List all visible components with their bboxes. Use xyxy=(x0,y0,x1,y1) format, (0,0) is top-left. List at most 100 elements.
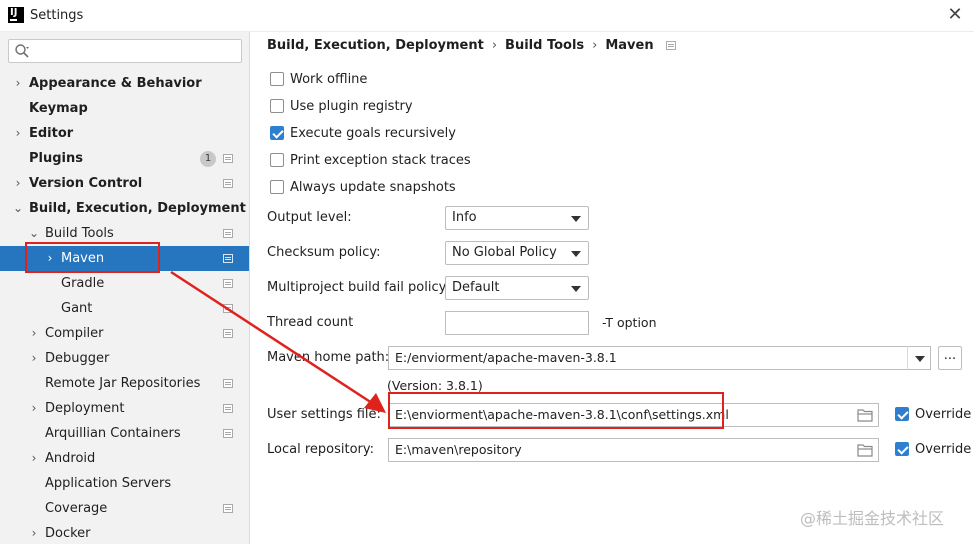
sidebar-item-label: Maven xyxy=(61,251,105,266)
chevron-right-icon[interactable]: › xyxy=(44,246,56,271)
maven-home-path-label: Maven home path: xyxy=(267,350,390,365)
sidebar-item-keymap[interactable]: Keymap xyxy=(0,96,249,121)
sidebar-item-debugger[interactable]: › Debugger xyxy=(0,346,249,371)
chevron-right-icon[interactable]: › xyxy=(28,396,40,421)
sidebar-item-label: Coverage xyxy=(45,501,108,516)
sidebar-item-label: Arquillian Containers xyxy=(45,426,181,441)
sidebar-item-docker[interactable]: › Docker xyxy=(0,521,249,544)
sidebar-item-remote-jar-repositories[interactable]: Remote Jar Repositories xyxy=(0,371,249,396)
search-input[interactable] xyxy=(35,42,235,60)
project-settings-icon xyxy=(223,304,233,313)
project-settings-icon xyxy=(223,429,233,438)
sidebar-item-arquillian-containers[interactable]: Arquillian Containers xyxy=(0,421,249,446)
sidebar-item-label: Compiler xyxy=(45,326,104,341)
sidebar-item-appearance[interactable]: › Appearance & Behavior xyxy=(0,71,249,96)
project-settings-icon xyxy=(223,279,233,288)
folder-icon[interactable] xyxy=(857,408,873,422)
sidebar-item-maven[interactable]: › Maven xyxy=(0,246,249,271)
project-settings-icon xyxy=(223,404,233,413)
checkbox-label: Print exception stack traces xyxy=(290,153,471,168)
project-settings-icon xyxy=(223,379,233,388)
checkbox-label: Always update snapshots xyxy=(290,180,456,195)
update-count-badge: 1 xyxy=(200,151,216,167)
sidebar-item-build-execution-deployment[interactable]: ⌄ Build, Execution, Deployment xyxy=(0,196,249,221)
user-settings-file-input[interactable]: E:\enviorment\apache-maven-3.8.1\conf\se… xyxy=(388,403,879,427)
sidebar-item-gant[interactable]: Gant xyxy=(0,296,249,321)
thread-count-input[interactable] xyxy=(445,311,589,335)
search-icon xyxy=(15,44,29,58)
project-settings-icon xyxy=(665,41,676,50)
user-settings-override-checkbox[interactable] xyxy=(895,407,909,421)
project-settings-icon xyxy=(223,229,233,238)
work-offline-checkbox[interactable] xyxy=(270,72,284,86)
intellij-logo-icon: IJ xyxy=(8,7,24,23)
dropdown-arrow-icon xyxy=(571,251,581,257)
maven-home-path-input[interactable]: E:/enviorment/apache-maven-3.8.1 xyxy=(388,346,908,370)
checkbox-label: Execute goals recursively xyxy=(290,126,456,141)
browse-button[interactable]: ... xyxy=(938,346,962,370)
search-box[interactable] xyxy=(8,39,242,63)
folder-icon[interactable] xyxy=(857,443,873,457)
sidebar-item-label: Build Tools xyxy=(45,226,114,241)
chevron-right-icon[interactable]: › xyxy=(28,321,40,346)
sidebar-item-android[interactable]: › Android xyxy=(0,446,249,471)
dropdown-arrow-icon xyxy=(571,216,581,222)
project-settings-icon xyxy=(223,504,233,513)
user-settings-file-label: User settings file: xyxy=(267,407,381,422)
breadcrumb-item[interactable]: Build Tools xyxy=(505,38,584,53)
sidebar-item-application-servers[interactable]: Application Servers xyxy=(0,471,249,496)
chevron-right-icon[interactable]: › xyxy=(12,171,24,196)
window-title: Settings xyxy=(30,8,84,23)
sidebar-item-build-tools[interactable]: ⌄ Build Tools xyxy=(0,221,249,246)
maven-home-dropdown-button[interactable] xyxy=(907,346,931,370)
sidebar-item-label: Android xyxy=(45,451,96,466)
sidebar-item-label: Keymap xyxy=(29,101,88,116)
breadcrumb: Build, Execution, Deployment › Build Tools… xyxy=(267,38,676,56)
output-level-label: Output level: xyxy=(267,210,352,225)
always-update-snapshots-checkbox[interactable] xyxy=(270,180,284,194)
maven-version-text: (Version: 3.8.1) xyxy=(387,378,483,393)
t-option-hint: -T option xyxy=(602,315,657,330)
chevron-down-icon[interactable]: ⌄ xyxy=(12,196,24,221)
sidebar-item-label: Remote Jar Repositories xyxy=(45,376,201,391)
breadcrumb-item[interactable]: Build, Execution, Deployment xyxy=(267,38,484,53)
project-settings-icon xyxy=(223,154,233,163)
sidebar-item-label: Application Servers xyxy=(45,476,172,491)
chevron-down-icon[interactable]: ⌄ xyxy=(28,221,40,246)
settings-sidebar: › Appearance & Behavior Keymap › Editor … xyxy=(0,32,250,544)
multiproject-fail-policy-select[interactable]: Default xyxy=(445,276,589,300)
project-settings-icon xyxy=(223,179,233,188)
sidebar-item-label: Gant xyxy=(61,301,93,316)
execute-goals-recursively-checkbox[interactable] xyxy=(270,126,284,140)
print-exception-stack-traces-checkbox[interactable] xyxy=(270,153,284,167)
chevron-right-icon[interactable]: › xyxy=(12,121,24,146)
chevron-right-icon[interactable]: › xyxy=(28,446,40,471)
sidebar-item-compiler[interactable]: › Compiler xyxy=(0,321,249,346)
sidebar-item-editor[interactable]: › Editor xyxy=(0,121,249,146)
checksum-policy-label: Checksum policy: xyxy=(267,245,381,260)
sidebar-item-label: Docker xyxy=(45,526,91,541)
local-repository-input[interactable]: E:\maven\repository xyxy=(388,438,879,462)
local-repository-override-checkbox[interactable] xyxy=(895,442,909,456)
breadcrumb-separator: › xyxy=(491,38,498,53)
use-plugin-registry-checkbox[interactable] xyxy=(270,99,284,113)
dropdown-arrow-icon xyxy=(571,286,581,292)
chevron-right-icon[interactable]: › xyxy=(12,71,24,96)
sidebar-item-label: Debugger xyxy=(45,351,110,366)
select-value: Default xyxy=(452,280,500,295)
sidebar-item-version-control[interactable]: › Version Control xyxy=(0,171,249,196)
sidebar-item-coverage[interactable]: Coverage xyxy=(0,496,249,521)
output-level-select[interactable]: Info xyxy=(445,206,589,230)
multiproject-fail-policy-label: Multiproject build fail policy: xyxy=(267,280,450,295)
chevron-right-icon[interactable]: › xyxy=(28,346,40,371)
sidebar-item-plugins[interactable]: Plugins 1 xyxy=(0,146,249,171)
close-button[interactable]: ✕ xyxy=(940,2,970,28)
sidebar-item-label: Appearance & Behavior xyxy=(29,76,202,91)
sidebar-item-gradle[interactable]: Gradle xyxy=(0,271,249,296)
project-settings-icon xyxy=(223,254,233,263)
select-value: No Global Policy xyxy=(452,245,557,260)
chevron-right-icon[interactable]: › xyxy=(28,521,40,544)
sidebar-item-deployment[interactable]: › Deployment xyxy=(0,396,249,421)
checkbox-label: Use plugin registry xyxy=(290,99,413,114)
checksum-policy-select[interactable]: No Global Policy xyxy=(445,241,589,265)
